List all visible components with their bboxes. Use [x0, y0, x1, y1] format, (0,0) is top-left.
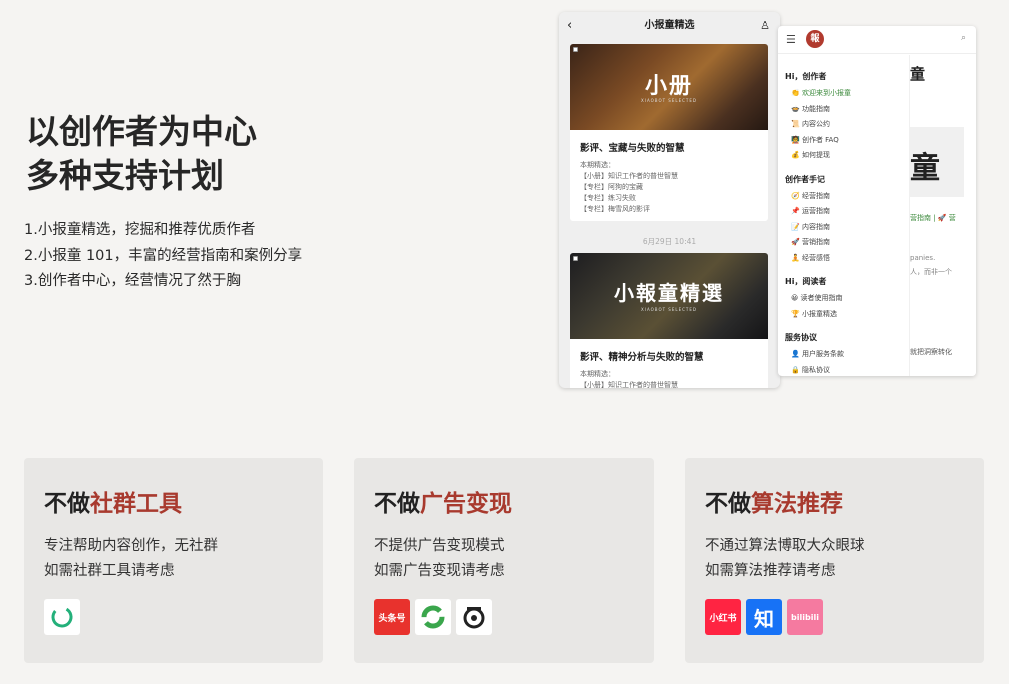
baijia-icon[interactable] [456, 599, 492, 635]
web-mockup: ☰ 報 ⌕ Hi，创作者 👏 欢迎来到小报童 🍲 功能指南 📜 内容公约 🧑‍🏫… [778, 26, 976, 376]
hero-point: 2.小报童 101，丰富的经营指南和案例分享 [24, 247, 303, 264]
content-text: 人，而非一个 [910, 268, 952, 276]
toutiao-icon[interactable]: 头条号 [374, 599, 410, 635]
article-cover: 小册 XIAOBOT SELECTED [570, 44, 768, 130]
sidebar-section-title: Hi，创作者 [785, 72, 827, 81]
content-heading: 童 [910, 65, 926, 83]
hero-point: 3.创作者中心，经营情况了然于胸 [24, 273, 241, 289]
sidebar-item[interactable]: 🧭 经营指南 [785, 189, 902, 205]
hero-title-line1: 以创作者为中心 [26, 112, 257, 151]
zhihu-icon[interactable]: 知 [746, 599, 782, 635]
sidebar-item[interactable]: 😀 读者使用指南 [785, 291, 902, 307]
feature-card-algorithm: 不做算法推荐 不通过算法博取大众眼球 如需算法推荐请考虑 小红书 知 bilib… [685, 458, 984, 663]
sidebar-item[interactable]: 🏆 小报童精选 [785, 307, 902, 323]
card-desc-line: 不提供广告变现模式 [374, 538, 505, 554]
content-text: 就把洞察转化 [910, 348, 952, 356]
feature-card-ads: 不做广告变现 不提供广告变现模式 如需广告变现请考虑 头条号 [354, 458, 654, 663]
cover-text: 小報童精選 [614, 281, 724, 305]
cover-subtext: XIAOBOT SELECTED [641, 307, 697, 312]
article-line: 【小册】知识工作者的普世智慧 [580, 381, 678, 388]
sidebar-item[interactable]: 🔒 隐私协议 [785, 363, 902, 377]
phone-mockup: ‹ 小报童精选 ♙ 小册 XIAOBOT SELECTED 影评、宝藏与失败的智… [559, 12, 780, 388]
card-title: 不做算法推荐 [705, 484, 843, 518]
card-desc-line: 不通过算法博取大众眼球 [705, 538, 865, 554]
article-cover: 小報童精選 XIAOBOT SELECTED [570, 253, 768, 339]
card-icons [44, 599, 80, 635]
article-title: 影评、精神分析与失败的智慧 [580, 352, 704, 363]
checkbox-icon [573, 256, 578, 261]
user-icon[interactable]: ♙ [760, 12, 770, 39]
green-arrow-icon[interactable] [415, 599, 451, 635]
article-title: 影评、宝藏与失败的智慧 [580, 143, 685, 154]
card-desc-line: 如需算法推荐请考虑 [705, 563, 836, 579]
cover-subtext: XIAOBOT SELECTED [641, 98, 697, 103]
hamburger-menu-icon[interactable]: ☰ [786, 33, 796, 46]
sidebar-section-title: 创作者手记 [785, 174, 825, 184]
card-title-prefix: 不做 [374, 491, 420, 517]
article-line: 本期精选： [580, 161, 615, 169]
web-content: 童 童 营指南 | 🚀 营 panies. 人，而非一个 就把洞察转化 [909, 55, 976, 376]
article-line: 【专栏】梅雪风的影评 [580, 205, 650, 213]
sidebar-item[interactable]: 💰 如何提现 [785, 148, 902, 164]
card-title-highlight: 社群工具 [90, 491, 182, 517]
message-time: 6月29日 10:41 [642, 237, 697, 246]
phone-title: 小报童精选 [644, 20, 695, 31]
card-description: 不提供广告变现模式 如需广告变现请考虑 [374, 534, 505, 584]
content-links[interactable]: 营指南 | 🚀 营 [910, 213, 956, 223]
article-card[interactable]: 小册 XIAOBOT SELECTED 影评、宝藏与失败的智慧 本期精选： 【小… [570, 44, 768, 221]
phone-header: ‹ 小报童精选 ♙ [559, 12, 780, 39]
card-title-highlight: 广告变现 [420, 491, 512, 517]
sidebar-item[interactable]: 👏 欢迎来到小报童 [785, 86, 902, 102]
sidebar-section-title: Hi，阅读者 [785, 277, 827, 286]
card-desc-line: 如需社群工具请考虑 [44, 563, 175, 579]
article-line: 【小册】知识工作者的普世智慧 [580, 172, 678, 180]
hero-feature-list: 1.小报童精选，挖掘和推荐优质作者 2.小报童 101，丰富的经营指南和案例分享… [24, 218, 302, 295]
card-desc-line: 专注帮助内容创作，无社群 [44, 538, 218, 554]
hero-point: 1.小报童精选，挖掘和推荐优质作者 [24, 222, 256, 238]
xiaohongshu-icon[interactable]: 小红书 [705, 599, 741, 635]
sidebar-item[interactable]: 📝 内容指南 [785, 220, 902, 236]
feature-card-community: 不做社群工具 专注帮助内容创作，无社群 如需社群工具请考虑 [24, 458, 323, 663]
circle-logo-icon[interactable] [44, 599, 80, 635]
cover-text: 小册 [644, 74, 693, 99]
article-line: 【专栏】阿狗的宝藏 [580, 183, 643, 191]
sidebar-section-title: 服务协议 [785, 333, 817, 342]
card-description: 专注帮助内容创作，无社群 如需社群工具请考虑 [44, 534, 218, 584]
card-icons: 头条号 [374, 599, 492, 635]
search-icon[interactable]: ⌕ [961, 33, 966, 43]
sidebar-item[interactable]: 🧘 经营感悟 [785, 251, 902, 267]
card-title-prefix: 不做 [705, 491, 751, 517]
card-title-highlight: 算法推荐 [751, 491, 843, 517]
hero-title: 以创作者为中心 多种支持计划 [26, 110, 257, 198]
card-icons: 小红书 知 bilibili [705, 599, 823, 635]
card-description: 不通过算法博取大众眼球 如需算法推荐请考虑 [705, 534, 865, 584]
web-sidebar: Hi，创作者 👏 欢迎来到小报童 🍲 功能指南 📜 内容公约 🧑‍🏫 创作者 F… [778, 55, 909, 376]
sidebar-item[interactable]: 🚀 营销指南 [785, 235, 902, 251]
content-text: panies. [910, 254, 936, 262]
sidebar-item[interactable]: 📌 运营指南 [785, 204, 902, 220]
back-icon[interactable]: ‹ [567, 12, 572, 39]
article-line: 本期精选： [580, 370, 615, 378]
bilibili-icon[interactable]: bilibili [787, 599, 823, 635]
sidebar-item[interactable]: 🧑‍🏫 创作者 FAQ [785, 133, 902, 149]
checkbox-icon [573, 47, 578, 52]
card-title: 不做广告变现 [374, 484, 512, 518]
web-header: ☰ 報 ⌕ [778, 26, 976, 54]
article-line: 【专栏】练习失败 [580, 194, 636, 202]
logo: 報 [806, 30, 824, 48]
card-title: 不做社群工具 [44, 484, 182, 518]
card-title-prefix: 不做 [44, 491, 90, 517]
hero-title-line2: 多种支持计划 [26, 156, 224, 195]
card-desc-line: 如需广告变现请考虑 [374, 563, 505, 579]
sidebar-item[interactable]: 📜 内容公约 [785, 117, 902, 133]
sidebar-item[interactable]: 🍲 功能指南 [785, 102, 902, 118]
content-image-text: 童 [910, 151, 940, 186]
article-card[interactable]: 小報童精選 XIAOBOT SELECTED 影评、精神分析与失败的智慧 本期精… [570, 253, 768, 388]
sidebar-item[interactable]: 👤 用户服务条款 [785, 347, 902, 363]
